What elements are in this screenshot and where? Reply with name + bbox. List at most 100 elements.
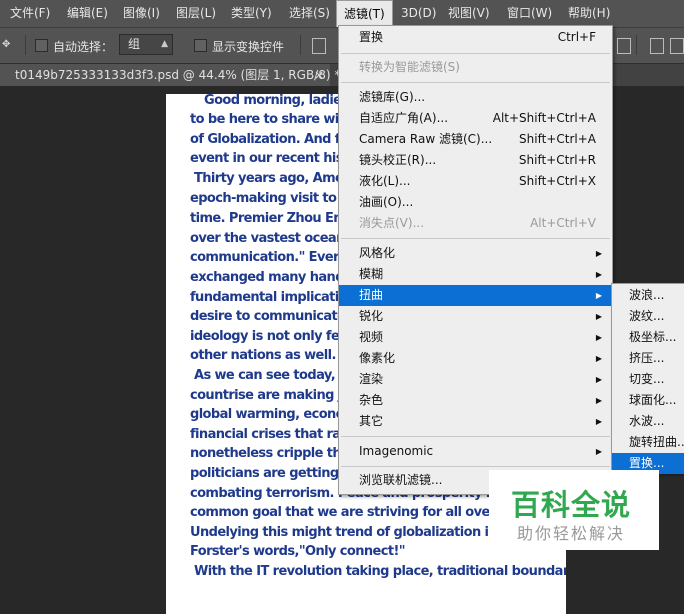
document-tab-title: t0149b725333133d3f3.psd @ 44.4% (图层 1, R… [15, 68, 341, 82]
menu-item-label: 扭曲 [359, 288, 384, 302]
menu-item-label: Camera Raw 滤镜(C)... [359, 132, 493, 146]
submenu-item-wave[interactable]: 波浪... [612, 285, 684, 306]
menu-item-label: 滤镜库(G)... [359, 90, 426, 104]
menu-3d[interactable]: 3D(D) [394, 0, 443, 27]
menu-item-shortcut: Alt+Ctrl+V [530, 216, 596, 230]
menu-item-label: 消失点(V)... [359, 216, 425, 230]
menu-item-camera-raw[interactable]: Camera Raw 滤镜(C)... Shift+Ctrl+A [339, 129, 612, 150]
auto-select-value: 组 [128, 37, 141, 51]
filter-menu: 置换 Ctrl+F 转换为智能滤镜(S) 滤镜库(G)... 自适应广角(A).… [338, 25, 613, 495]
submenu-arrow-icon: ▶ [595, 417, 602, 426]
menu-image[interactable]: 图像(I) [116, 0, 167, 27]
menu-item-shortcut: Alt+Shift+Ctrl+A [492, 111, 596, 125]
menu-item-filter-gallery[interactable]: 滤镜库(G)... [339, 87, 612, 108]
submenu-arrow-icon: ▶ [595, 354, 602, 363]
menu-divider [341, 238, 610, 239]
separator [636, 35, 637, 55]
auto-select-dropdown[interactable]: 组 ▲ [119, 34, 173, 55]
menu-item-noise[interactable]: 杂色 ▶ [339, 390, 612, 411]
menu-item-blur[interactable]: 模糊 ▶ [339, 264, 612, 285]
menu-window[interactable]: 窗口(W) [500, 0, 559, 27]
distribute-icon[interactable] [617, 38, 631, 54]
menu-item-convert-smart-filter: 转换为智能滤镜(S) [339, 57, 612, 78]
menu-item-label: 油画(O)... [359, 195, 414, 209]
menu-item-label: 杂色 [359, 393, 384, 407]
menu-item-label: 视频 [359, 330, 384, 344]
close-icon[interactable]: × [314, 64, 324, 86]
menu-item-label: 风格化 [359, 246, 396, 260]
align-top-icon[interactable] [312, 38, 326, 54]
menu-divider [341, 82, 610, 83]
menu-item-label: 渲染 [359, 372, 384, 386]
menu-item-render[interactable]: 渲染 ▶ [339, 369, 612, 390]
submenu-item-shear[interactable]: 切变... [612, 369, 684, 390]
watermark: 百科全说 助你轻松解决 [489, 470, 659, 550]
menu-item-label: 自适应广角(A)... [359, 111, 449, 125]
menu-item-video[interactable]: 视频 ▶ [339, 327, 612, 348]
submenu-item-polar-coordinates[interactable]: 极坐标... [612, 327, 684, 348]
watermark-logo: 百科全说 [511, 488, 632, 522]
show-transform-checkbox[interactable] [194, 39, 207, 52]
menu-item-other[interactable]: 其它 ▶ [339, 411, 612, 432]
watermark-slogan: 助你轻松解决 [517, 524, 626, 543]
menu-item-label: 镜头校正(R)... [359, 153, 437, 167]
menu-item-sharpen[interactable]: 锐化 ▶ [339, 306, 612, 327]
menu-item-label: 锐化 [359, 309, 384, 323]
menu-item-liquify[interactable]: 液化(L)... Shift+Ctrl+X [339, 171, 612, 192]
menu-item-lens-correction[interactable]: 镜头校正(R)... Shift+Ctrl+R [339, 150, 612, 171]
menu-filter[interactable]: 滤镜(T) [336, 0, 393, 27]
menu-item-label: 置换 [359, 30, 384, 44]
menu-item-label: 其它 [359, 414, 384, 428]
menu-layer[interactable]: 图层(L) [169, 0, 223, 27]
menu-item-label: 液化(L)... [359, 174, 411, 188]
menu-item-shortcut: Shift+Ctrl+X [519, 174, 596, 188]
distribute-horizontal-icon[interactable] [650, 38, 664, 54]
submenu-arrow-icon: ▶ [595, 447, 602, 456]
updown-arrow-icon: ▲ [161, 39, 168, 49]
submenu-arrow-icon: ▶ [595, 249, 602, 258]
move-tool-icon[interactable]: ✥ [2, 39, 10, 50]
menu-item-label: Imagenomic [359, 444, 434, 458]
menu-item-label: 转换为智能滤镜(S) [359, 60, 460, 74]
submenu-arrow-icon: ▶ [595, 396, 602, 405]
menu-item-oil-paint[interactable]: 油画(O)... [339, 192, 612, 213]
submenu-arrow-icon: ▶ [595, 333, 602, 342]
menu-item-last-filter[interactable]: 置换 Ctrl+F [339, 27, 612, 48]
auto-select-checkbox[interactable] [35, 39, 48, 52]
menu-view[interactable]: 视图(V) [441, 0, 497, 27]
submenu-item-twirl[interactable]: 旋转扭曲... [612, 432, 684, 453]
document-tab[interactable]: t0149b725333133d3f3.psd @ 44.4% (图层 1, R… [0, 64, 340, 86]
menu-item-label: 像素化 [359, 351, 396, 365]
menu-select[interactable]: 选择(S) [282, 0, 337, 27]
menu-item-shortcut: Shift+Ctrl+R [518, 153, 596, 167]
menu-divider [341, 436, 610, 437]
menu-bar: 文件(F) 编辑(E) 图像(I) 图层(L) 类型(Y) 选择(S) 滤镜(T… [0, 0, 684, 28]
submenu-item-ripple[interactable]: 波纹... [612, 306, 684, 327]
submenu-arrow-icon: ▶ [595, 291, 602, 300]
menu-item-adaptive-wide-angle[interactable]: 自适应广角(A)... Alt+Shift+Ctrl+A [339, 108, 612, 129]
menu-divider [341, 466, 610, 467]
menu-type[interactable]: 类型(Y) [224, 0, 279, 27]
menu-file[interactable]: 文件(F) [3, 0, 57, 27]
submenu-item-pinch[interactable]: 挤压... [612, 348, 684, 369]
submenu-arrow-icon: ▶ [595, 270, 602, 279]
doc-line: other nations as well. [190, 348, 336, 363]
submenu-arrow-icon: ▶ [595, 312, 602, 321]
distort-submenu: 波浪... 波纹... 极坐标... 挤压... 切变... 球面化... 水波… [611, 283, 684, 474]
menu-item-vanishing-point: 消失点(V)... Alt+Ctrl+V [339, 213, 612, 234]
menu-item-distort[interactable]: 扭曲 ▶ [339, 285, 612, 306]
menu-edit[interactable]: 编辑(E) [60, 0, 115, 27]
menu-item-pixelate[interactable]: 像素化 ▶ [339, 348, 612, 369]
menu-item-stylize[interactable]: 风格化 ▶ [339, 243, 612, 264]
menu-item-label: 浏览联机滤镜... [359, 473, 443, 487]
menu-item-shortcut: Ctrl+F [557, 30, 596, 44]
submenu-item-spherize[interactable]: 球面化... [612, 390, 684, 411]
auto-select-label: 自动选择： [53, 40, 114, 54]
menu-help[interactable]: 帮助(H) [561, 0, 617, 27]
distribute-vertical-icon[interactable] [670, 38, 684, 54]
separator [25, 35, 26, 55]
show-transform-label: 显示变换控件 [212, 40, 285, 54]
menu-item-imagenomic[interactable]: Imagenomic ▶ [339, 441, 612, 462]
submenu-arrow-icon: ▶ [595, 375, 602, 384]
submenu-item-zigzag[interactable]: 水波... [612, 411, 684, 432]
